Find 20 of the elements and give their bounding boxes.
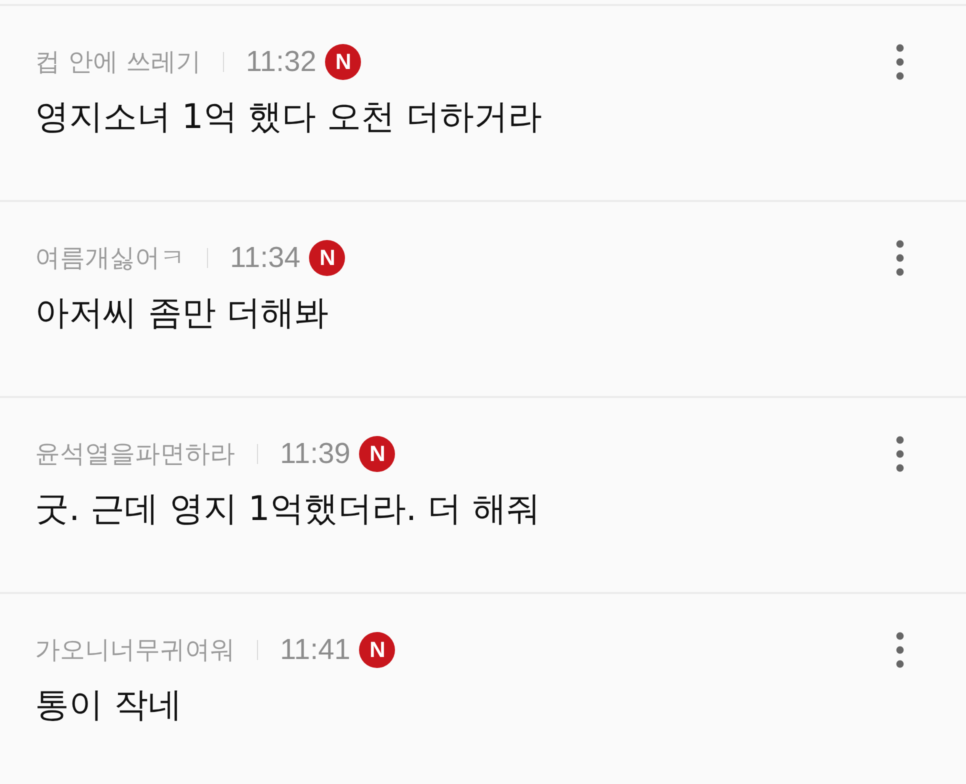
kebab-menu-icon: [896, 632, 904, 668]
comment-text: 영지소녀 1억 했다 오천 더하거라: [35, 96, 543, 139]
kebab-menu-icon: [896, 436, 904, 472]
nickname: 윤석열을파면하라: [35, 438, 235, 470]
new-badge: N: [309, 240, 346, 276]
nickname: 여름개싫어ㅋ: [35, 242, 185, 274]
kebab-menu-icon: [896, 44, 904, 80]
comment-text: 통이 작네: [35, 684, 183, 727]
comment-text: 아저씨 좀만 더해봐: [35, 292, 330, 335]
nickname: 가오니너무귀여워: [35, 634, 235, 666]
comment-time: 11:41: [280, 633, 350, 668]
comment-text: 굿. 근데 영지 1억했더라. 더 해줘: [35, 488, 542, 531]
kebab-menu-icon: [896, 240, 904, 276]
comment-time: 11:34: [230, 241, 300, 276]
comment-time: 11:32: [246, 45, 316, 80]
comment-time: 11:39: [280, 437, 350, 472]
nickname: 컵 안에 쓰레기: [35, 46, 201, 78]
new-badge: N: [359, 436, 396, 472]
new-badge: N: [359, 632, 396, 668]
new-badge: N: [325, 44, 362, 80]
